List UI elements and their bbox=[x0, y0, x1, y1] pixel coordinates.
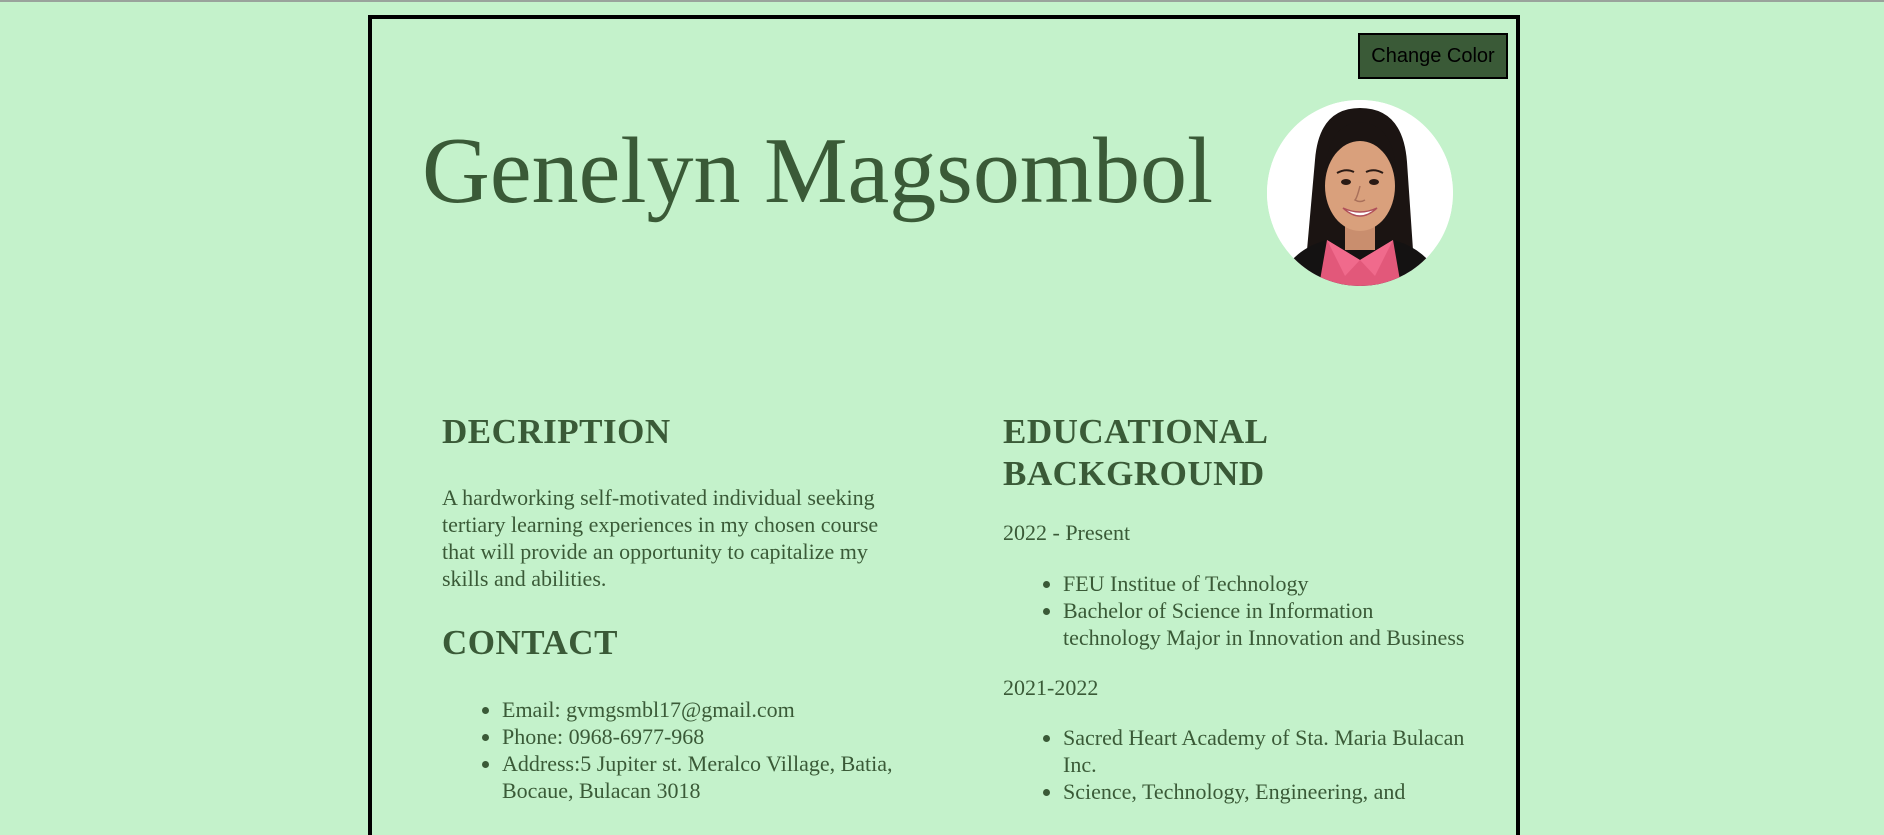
contact-list: Email: gvmgsmbl17@gmail.com Phone: 0968-… bbox=[442, 696, 902, 804]
list-item: Bachelor of Science in Information techn… bbox=[1063, 597, 1473, 651]
contact-email: Email: gvmgsmbl17@gmail.com bbox=[502, 696, 902, 723]
right-column: EDUCATIONAL BACKGROUND 2022 - Present FE… bbox=[1003, 411, 1473, 805]
list-item: Science, Technology, Engineering, and bbox=[1063, 778, 1473, 805]
description-text: A hardworking self-motivated individual … bbox=[442, 485, 879, 591]
education-period-years: 2022 - Present bbox=[1003, 520, 1131, 545]
contact-phone: Phone: 0968-6977-968 bbox=[502, 723, 902, 750]
education-heading-line1: EDUCATIONAL bbox=[1003, 412, 1269, 451]
education-period-list: FEU Institue of Technology Bachelor of S… bbox=[1003, 570, 1473, 651]
education-heading: EDUCATIONAL BACKGROUND bbox=[1003, 411, 1473, 495]
list-item: Sacred Heart Academy of Sta. Maria Bulac… bbox=[1063, 724, 1473, 778]
education-heading-line2: BACKGROUND bbox=[1003, 454, 1265, 493]
description-heading: DECRIPTION bbox=[442, 412, 671, 451]
contact-heading: CONTACT bbox=[442, 623, 618, 662]
education-period-years: 2021-2022 bbox=[1003, 675, 1099, 700]
education-period-list: Sacred Heart Academy of Sta. Maria Bulac… bbox=[1003, 724, 1473, 805]
change-color-button[interactable]: Change Color bbox=[1358, 33, 1508, 79]
page-title: Genelyn Magsombol bbox=[422, 119, 1214, 223]
list-item: FEU Institue of Technology bbox=[1063, 570, 1473, 597]
window-top-border bbox=[0, 0, 1884, 2]
avatar bbox=[1267, 100, 1453, 286]
contact-address: Address:5 Jupiter st. Meralco Village, B… bbox=[502, 750, 902, 804]
left-column: DECRIPTION A hardworking self-motivated … bbox=[442, 411, 902, 804]
profile-photo-icon bbox=[1267, 100, 1453, 286]
